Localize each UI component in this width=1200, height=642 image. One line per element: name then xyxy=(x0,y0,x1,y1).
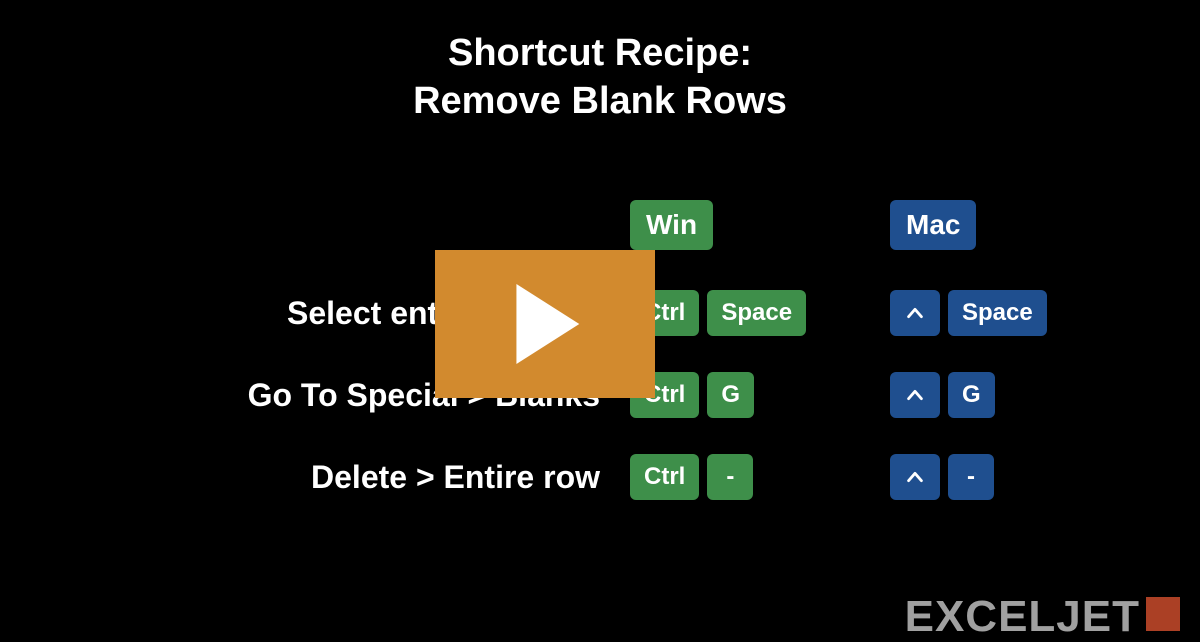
play-button[interactable] xyxy=(435,250,655,398)
row-label: Delete > Entire row xyxy=(100,459,630,496)
page-title: Shortcut Recipe: Remove Blank Rows xyxy=(0,0,1200,125)
key-ctrl: Ctrl xyxy=(630,454,699,500)
logo-square-icon xyxy=(1146,597,1180,631)
logo-text: EXCELJET xyxy=(905,592,1140,642)
key-g: G xyxy=(707,372,754,418)
key-minus: - xyxy=(948,454,994,500)
title-line-2: Remove Blank Rows xyxy=(0,78,1200,126)
column-headers: Win Mac xyxy=(100,195,1140,255)
key-space: Space xyxy=(948,290,1047,336)
play-icon xyxy=(510,284,580,364)
title-line-1: Shortcut Recipe: xyxy=(0,30,1200,78)
header-win: Win xyxy=(630,200,713,250)
key-control-icon xyxy=(890,290,940,336)
key-control-icon xyxy=(890,454,940,500)
key-g: G xyxy=(948,372,995,418)
key-space: Space xyxy=(707,290,806,336)
brand-logo: EXCELJET xyxy=(905,592,1180,642)
header-mac: Mac xyxy=(890,200,976,250)
key-minus: - xyxy=(707,454,753,500)
key-control-icon xyxy=(890,372,940,418)
table-row: Delete > Entire row Ctrl - - xyxy=(100,447,1140,507)
